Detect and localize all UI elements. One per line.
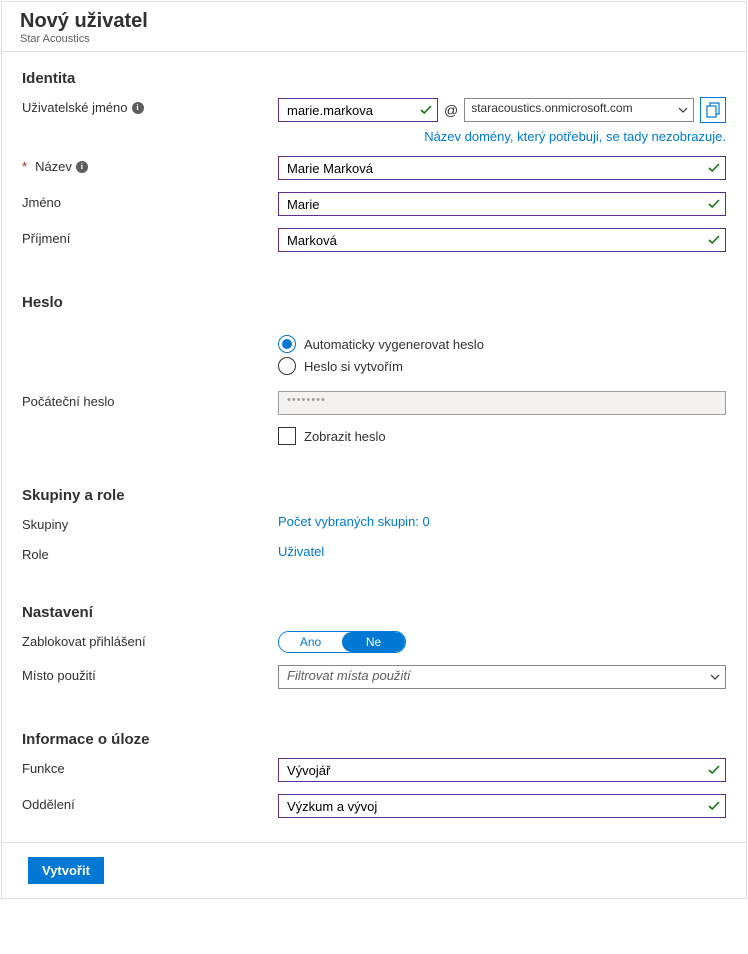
label-function: Funkce [22, 758, 278, 776]
lastname-input[interactable] [278, 228, 726, 252]
row-password-options: Automaticky vygenerovat heslo Heslo si v… [22, 335, 726, 379]
section-password-title: Heslo [22, 294, 726, 311]
section-settings-title: Nastavení [22, 604, 726, 621]
radio-icon [278, 357, 296, 375]
department-input[interactable] [278, 794, 726, 818]
radio-label: Heslo si vytvořím [304, 359, 403, 374]
page-title: Nový uživatel [20, 10, 728, 33]
initial-password-input: •••••••• [278, 391, 726, 415]
row-name: * Název i [22, 156, 726, 180]
checkbox-icon [278, 427, 296, 445]
info-icon[interactable]: i [76, 161, 88, 173]
row-department: Oddělení [22, 794, 726, 818]
roles-link[interactable]: Uživatel [278, 544, 324, 559]
radio-label: Automaticky vygenerovat heslo [304, 337, 484, 352]
groups-link[interactable]: Počet vybraných skupin: 0 [278, 514, 430, 529]
function-input[interactable] [278, 758, 726, 782]
copy-button[interactable] [700, 97, 726, 123]
row-firstname: Jméno [22, 192, 726, 216]
label-block-signin: Zablokovat přihlášení [22, 631, 278, 649]
row-lastname: Příjmení [22, 228, 726, 252]
radio-icon [278, 335, 296, 353]
domain-select[interactable]: staracoustics.onmicrosoft.com [464, 98, 694, 122]
toggle-no: Ne [342, 632, 405, 652]
row-usage-location: Místo použití Filtrovat místa použití [22, 665, 726, 689]
checkbox-label: Zobrazit heslo [304, 429, 386, 444]
info-icon[interactable]: i [132, 102, 144, 114]
show-password-checkbox[interactable]: Zobrazit heslo [278, 427, 726, 445]
firstname-input[interactable] [278, 192, 726, 216]
label-name: * Název i [22, 156, 278, 174]
section-groups-title: Skupiny a role [22, 487, 726, 504]
row-initial-password: Počáteční heslo •••••••• Zobrazit heslo [22, 391, 726, 445]
copy-icon [706, 102, 720, 118]
section-job-title: Informace o úloze [22, 731, 726, 748]
radio-auto-generate[interactable]: Automaticky vygenerovat heslo [278, 335, 726, 353]
label-department: Oddělení [22, 794, 278, 812]
name-input[interactable] [278, 156, 726, 180]
domain-hint-link[interactable]: Název domény, který potřebuji, se tady n… [278, 129, 726, 144]
tenant-subtitle: Star Acoustics [20, 33, 728, 45]
row-roles: Role Uživatel [22, 544, 726, 562]
at-symbol: @ [444, 102, 458, 118]
row-block-signin: Zablokovat přihlášení Ano Ne [22, 631, 726, 653]
panel-footer: Vytvořit [2, 842, 746, 898]
radio-manual[interactable]: Heslo si vytvořím [278, 357, 726, 375]
row-function: Funkce [22, 758, 726, 782]
required-marker: * [22, 159, 27, 174]
block-signin-toggle[interactable]: Ano Ne [278, 631, 406, 653]
form-body: Identita Uživatelské jméno i @ staracou [2, 52, 746, 818]
label-firstname: Jméno [22, 192, 278, 210]
usage-location-select[interactable]: Filtrovat místa použití [278, 665, 726, 689]
label-lastname: Příjmení [22, 228, 278, 246]
toggle-yes: Ano [279, 632, 342, 652]
label-username: Uživatelské jméno i [22, 97, 278, 115]
row-username: Uživatelské jméno i @ staracoustics.onmi… [22, 97, 726, 144]
row-groups: Skupiny Počet vybraných skupin: 0 [22, 514, 726, 532]
label-roles: Role [22, 544, 278, 562]
panel-header: Nový uživatel Star Acoustics [2, 2, 746, 52]
label-initial-password: Počáteční heslo [22, 391, 278, 409]
username-input[interactable] [278, 98, 438, 122]
label-groups: Skupiny [22, 514, 278, 532]
create-button[interactable]: Vytvořit [28, 857, 104, 884]
section-identity-title: Identita [22, 70, 726, 87]
label-usage-location: Místo použití [22, 665, 278, 683]
new-user-panel: Nový uživatel Star Acoustics Identita Už… [1, 1, 747, 899]
